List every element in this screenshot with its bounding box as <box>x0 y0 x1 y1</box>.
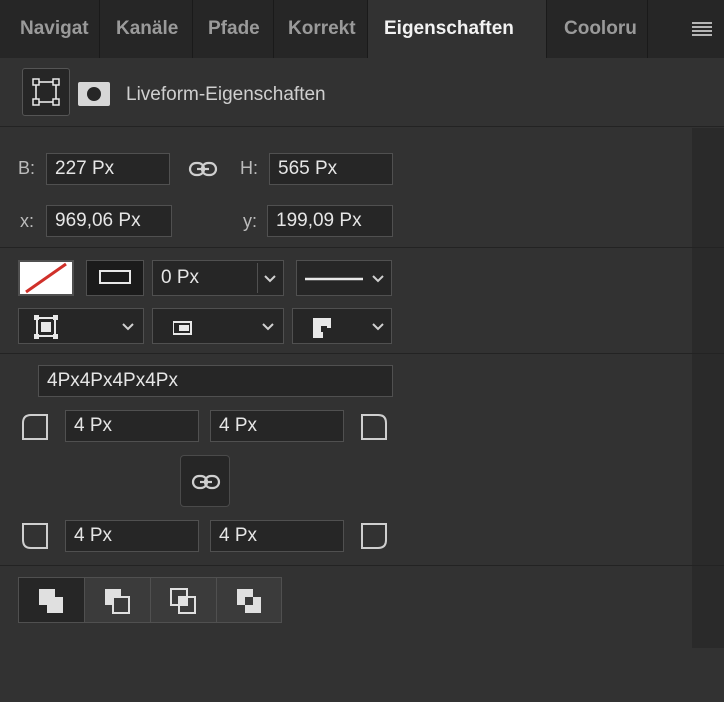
line-cap-icon <box>173 321 192 335</box>
corner-top-right-icon <box>361 414 387 440</box>
exclude-overlap-icon <box>237 589 261 613</box>
chevron-down-icon <box>262 323 274 331</box>
tab-label: Pfade <box>208 18 260 39</box>
path-operations-group <box>18 577 282 623</box>
corner-top-right-field[interactable]: 4 Px <box>210 410 344 442</box>
link-icon[interactable] <box>188 158 218 180</box>
bounding-box-icon <box>32 78 60 106</box>
exclude-overlap-button[interactable] <box>217 578 283 622</box>
line-join-dropdown[interactable] <box>292 308 392 344</box>
chevron-down-icon <box>372 275 384 283</box>
corner-radius-combined-field[interactable]: 4Px4Px4Px4Px <box>38 365 393 397</box>
link-corners-button[interactable] <box>180 455 230 507</box>
tab-navigator[interactable]: Navigat <box>0 0 100 58</box>
tab-paths[interactable]: Pfade <box>193 0 274 58</box>
link-icon <box>191 474 221 490</box>
subtract-front-shape-button[interactable] <box>85 578 151 622</box>
panel-menu-icon[interactable] <box>692 22 712 36</box>
corner-bottom-right-icon <box>361 523 387 549</box>
chevron-down-icon <box>372 323 384 331</box>
fill-swatch[interactable] <box>18 260 74 296</box>
tab-properties[interactable]: Eigenschaften <box>368 0 547 58</box>
tab-label: Korrekt <box>288 18 356 39</box>
divider <box>0 353 724 354</box>
y-field[interactable]: 199,09 Px <box>267 205 393 237</box>
corner-bottom-right-field[interactable]: 4 Px <box>210 520 344 552</box>
scrollbar-track[interactable] <box>692 128 724 648</box>
width-label: B: <box>18 158 36 178</box>
chevron-down-icon <box>264 275 276 283</box>
tab-label: Cooloru <box>564 18 637 39</box>
stroke-type-dropdown[interactable] <box>296 260 392 296</box>
stroke-align-dropdown[interactable] <box>18 308 144 344</box>
intersect-shapes-icon <box>170 588 196 614</box>
stroke-width-dropdown[interactable]: 0 Px <box>152 260 284 296</box>
height-label: H: <box>240 158 258 178</box>
stroke-width-value: 0 Px <box>161 267 200 288</box>
corner-top-left-icon <box>22 414 48 440</box>
solid-line-icon <box>305 277 363 281</box>
line-join-icon <box>313 318 331 338</box>
width-field[interactable]: 227 Px <box>46 153 170 185</box>
no-fill-icon <box>25 262 67 294</box>
tab-cooloru[interactable]: Cooloru <box>547 0 648 58</box>
divider <box>0 126 724 127</box>
mask-icon <box>78 82 110 106</box>
x-label: x: <box>20 211 35 231</box>
corner-bottom-left-icon <box>22 523 48 549</box>
stroke-align-icon <box>34 315 58 339</box>
tab-label: Kanäle <box>116 18 179 39</box>
corner-bottom-left-field[interactable]: 4 Px <box>65 520 199 552</box>
tab-adjustments[interactable]: Korrekt <box>274 0 368 58</box>
height-field[interactable]: 565 Px <box>269 153 393 185</box>
stroke-icon <box>99 270 131 284</box>
properties-panel: Navigat Kanäle Pfade Korrekt Eigenschaft… <box>0 0 724 702</box>
dropdown-separator <box>257 263 258 293</box>
intersect-shapes-button[interactable] <box>151 578 217 622</box>
line-cap-dropdown[interactable] <box>152 308 284 344</box>
tab-label: Eigenschaften <box>384 18 514 39</box>
mask-mode-button[interactable] <box>78 82 110 106</box>
tab-bar: Navigat Kanäle Pfade Korrekt Eigenschaft… <box>0 0 724 58</box>
tab-label: Navigat <box>20 18 89 39</box>
divider <box>0 565 724 566</box>
subtract-shape-icon <box>105 589 130 614</box>
stroke-swatch[interactable] <box>86 260 144 296</box>
combine-shapes-icon <box>39 589 63 613</box>
combine-shapes-button[interactable] <box>19 578 85 622</box>
transform-mode-button[interactable] <box>22 68 70 116</box>
y-label: y: <box>243 211 258 231</box>
divider <box>0 247 724 248</box>
corner-top-left-field[interactable]: 4 Px <box>65 410 199 442</box>
chevron-down-icon <box>122 323 134 331</box>
tab-channels[interactable]: Kanäle <box>100 0 193 58</box>
x-field[interactable]: 969,06 Px <box>46 205 172 237</box>
properties-title: Liveform-Eigenschaften <box>126 84 326 105</box>
